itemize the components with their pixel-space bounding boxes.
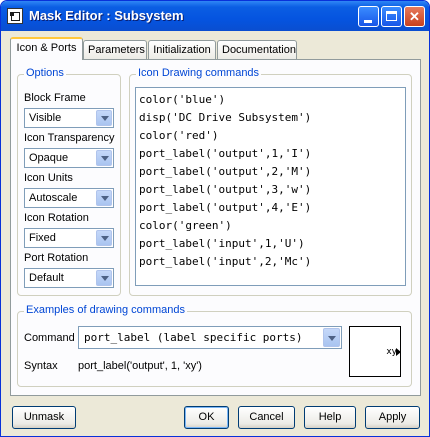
- close-icon: ✕: [409, 9, 420, 24]
- code-line: disp('DC Drive Subsystem'): [139, 111, 312, 124]
- output-port-icon: [396, 348, 401, 356]
- icon-transparency-value: Opaque: [29, 152, 69, 164]
- examples-group-label: Examples of drawing commands: [24, 304, 187, 316]
- block-frame-label: Block Frame: [24, 92, 86, 104]
- minimize-icon: [364, 20, 372, 23]
- window-title: Mask Editor : Subsystem: [29, 8, 184, 23]
- syntax-label: Syntax: [24, 360, 58, 372]
- chevron-down-icon[interactable]: [323, 328, 340, 347]
- title-bar[interactable]: Mask Editor : Subsystem ✕: [1, 1, 429, 31]
- icon-rotation-label: Icon Rotation: [24, 212, 89, 224]
- chevron-down-icon[interactable]: [96, 150, 112, 166]
- maximize-button[interactable]: [381, 6, 402, 27]
- tab-icon-ports[interactable]: Icon & Ports: [10, 37, 83, 60]
- options-group-label: Options: [24, 67, 66, 79]
- chevron-down-icon[interactable]: [96, 190, 112, 206]
- tab-parameters[interactable]: Parameters: [83, 40, 147, 59]
- maximize-icon: [386, 11, 397, 21]
- code-line: color('green'): [139, 219, 232, 232]
- simulink-app-icon: [7, 8, 23, 24]
- cancel-button[interactable]: Cancel: [238, 406, 295, 429]
- apply-button[interactable]: Apply: [365, 406, 420, 429]
- icon-units-label: Icon Units: [24, 172, 73, 184]
- icon-transparency-select[interactable]: Opaque: [24, 148, 114, 168]
- port-rotation-label: Port Rotation: [24, 252, 89, 264]
- code-line: port_label('input',2,'Mc'): [139, 255, 312, 268]
- mask-editor-window: Mask Editor : Subsystem ✕ Icon & Ports P…: [0, 0, 430, 437]
- command-label: Command: [24, 332, 75, 344]
- chevron-down-icon[interactable]: [96, 270, 112, 286]
- icon-transparency-label: Icon Transparency: [24, 132, 115, 144]
- code-line: color('blue'): [139, 93, 226, 106]
- icon-units-select[interactable]: Autoscale: [24, 188, 114, 208]
- drawing-commands-group-label: Icon Drawing commands: [136, 67, 262, 79]
- icon-preview: xy: [349, 326, 401, 377]
- block-frame-select[interactable]: Visible: [24, 108, 114, 128]
- close-button[interactable]: ✕: [404, 6, 425, 27]
- help-button[interactable]: Help: [304, 406, 356, 429]
- block-frame-value: Visible: [29, 112, 62, 124]
- port-rotation-value: Default: [29, 272, 64, 284]
- command-value: port_label (label specific ports): [84, 331, 303, 344]
- code-line: port_label('output',3,'w'): [139, 183, 312, 196]
- code-line: port_label('output',2,'M'): [139, 165, 312, 178]
- icon-rotation-value: Fixed: [29, 232, 56, 244]
- syntax-value: port_label('output', 1, 'xy'): [78, 360, 202, 372]
- icon-units-value: Autoscale: [29, 192, 78, 204]
- port-rotation-select[interactable]: Default: [24, 268, 114, 288]
- code-line: port_label('input',1,'U'): [139, 237, 305, 250]
- minimize-button[interactable]: [358, 6, 379, 27]
- code-line: port_label('output',4,'E'): [139, 201, 312, 214]
- chevron-down-icon[interactable]: [96, 230, 112, 246]
- code-line: port_label('output',1,'I'): [139, 147, 312, 160]
- code-line: color('red'): [139, 129, 219, 142]
- icon-rotation-select[interactable]: Fixed: [24, 228, 114, 248]
- drawing-commands-editor[interactable]: color('blue') disp('DC Drive Subsystem')…: [135, 87, 406, 286]
- tab-initialization[interactable]: Initialization: [148, 40, 216, 59]
- unmask-button[interactable]: Unmask: [12, 406, 76, 429]
- tab-documentation[interactable]: Documentation: [217, 40, 297, 59]
- command-select[interactable]: port_label (label specific ports): [78, 326, 342, 349]
- ok-button[interactable]: OK: [184, 406, 229, 429]
- chevron-down-icon[interactable]: [96, 110, 112, 126]
